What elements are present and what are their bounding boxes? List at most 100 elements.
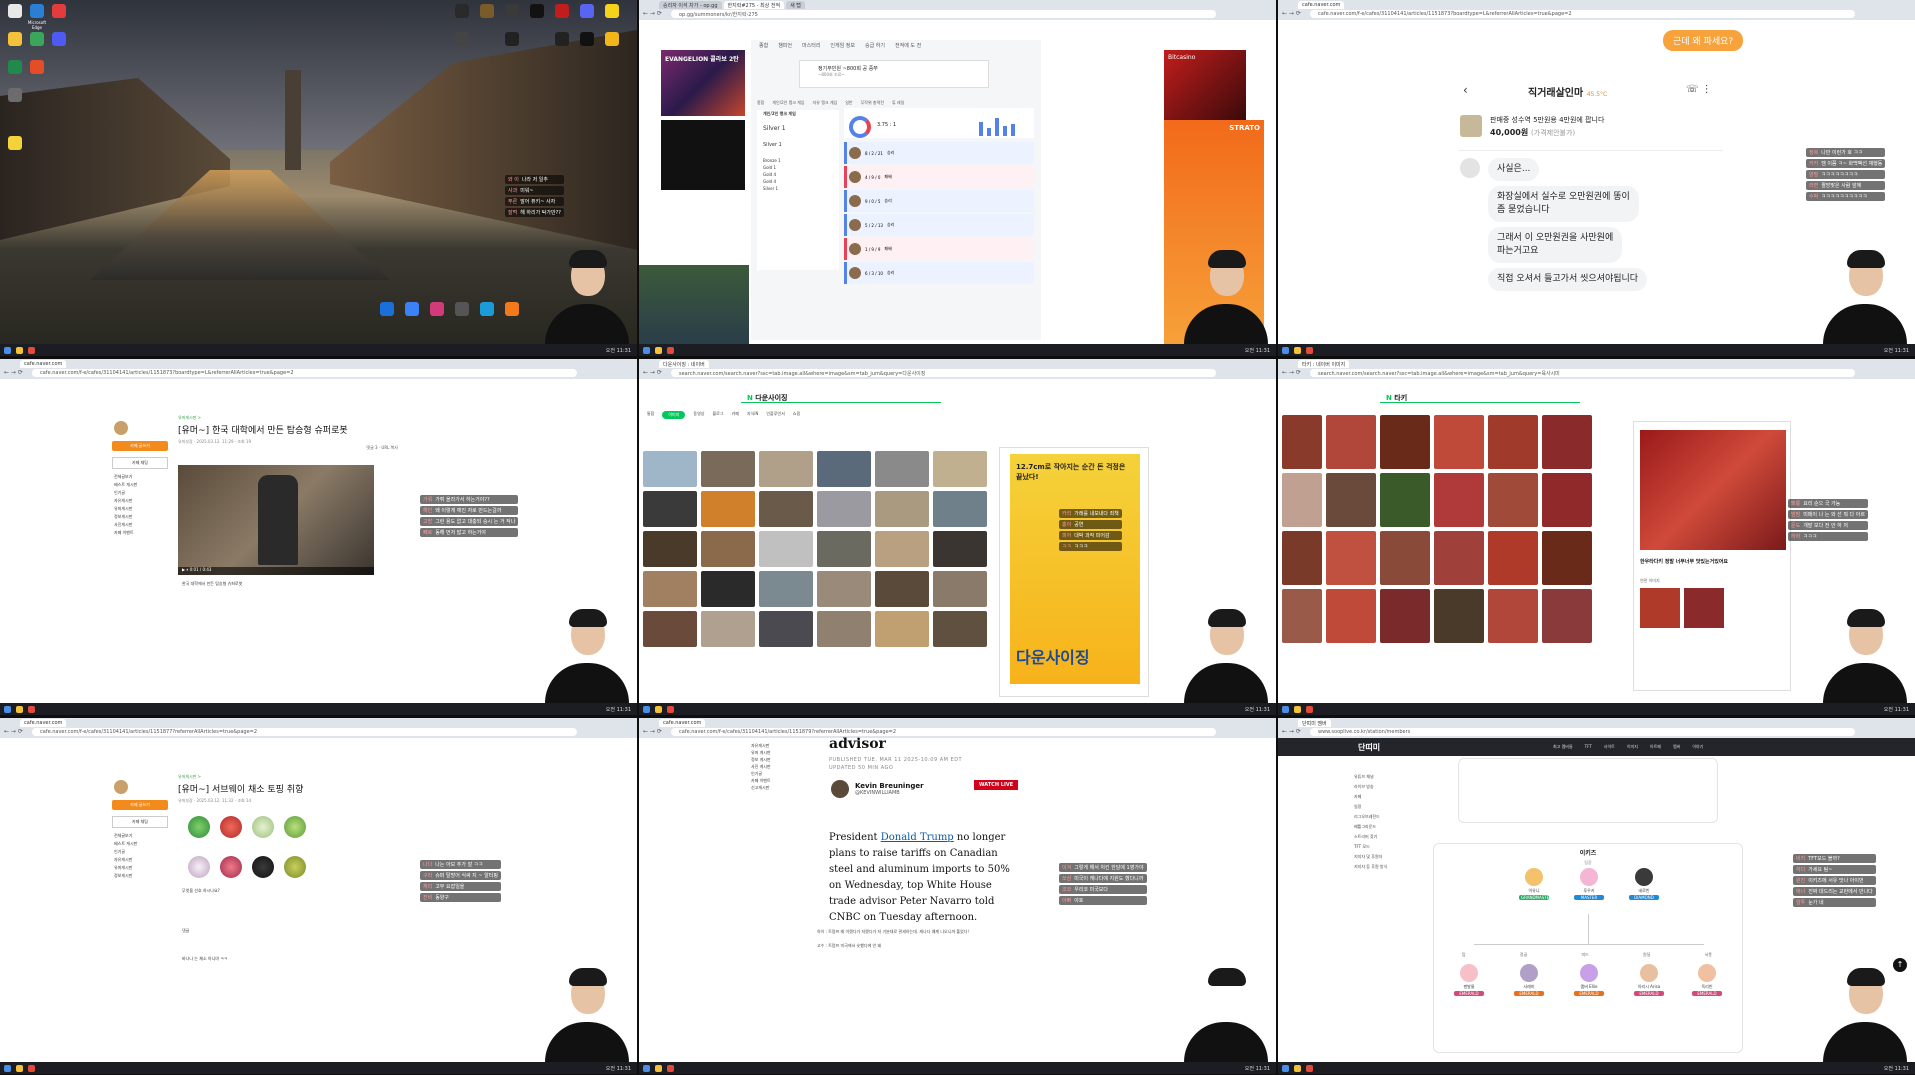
search-tab[interactable]: 쇼핑: [793, 411, 800, 419]
kakao-icon[interactable]: [605, 4, 619, 18]
image-thumb[interactable]: [875, 571, 929, 607]
start-icon[interactable]: [4, 346, 11, 354]
file-explorer-icon[interactable]: [1294, 705, 1301, 713]
nav-buttons[interactable]: ← → ⟳: [643, 369, 662, 376]
address-bar[interactable]: cafe.naver.com/f-e/cafes/31104141/articl…: [671, 728, 1216, 736]
sidebar-link[interactable]: 자유게시판: [751, 742, 771, 749]
image-thumb[interactable]: [701, 451, 755, 487]
chrome-icon[interactable]: [28, 346, 35, 354]
nav-item[interactable]: 종합: [759, 42, 768, 49]
image-thumb[interactable]: [701, 571, 755, 607]
member-card[interactable]: 젠발룽 EMERALD: [1454, 964, 1484, 996]
image-thumb[interactable]: [933, 451, 987, 487]
nav-item[interactable]: 전적에 도 전: [895, 42, 921, 49]
obs-icon[interactable]: [455, 4, 469, 18]
image-thumb[interactable]: [933, 531, 987, 567]
nav-buttons[interactable]: ← → ⟳: [1282, 369, 1301, 376]
address-bar[interactable]: cafe.naver.com/f-e/cafes/31104141/articl…: [32, 728, 577, 736]
nav-buttons[interactable]: ← → ⟳: [643, 10, 662, 17]
queue-tab[interactable]: 종합: [757, 100, 764, 106]
nav-link[interactable]: 카페: [1354, 792, 1387, 802]
image-thumb[interactable]: [1542, 589, 1592, 643]
app-icon[interactable]: [555, 4, 569, 18]
browser-tab-active[interactable]: cafe.naver.com: [20, 360, 67, 368]
menu-item[interactable]: 멤버: [1673, 744, 1680, 750]
queue-tab[interactable]: 무작위 총력전: [861, 100, 884, 106]
file-explorer-icon[interactable]: [1294, 1064, 1301, 1072]
image-thumb[interactable]: [759, 451, 813, 487]
image-thumb[interactable]: [875, 611, 929, 647]
kakao-icon[interactable]: [8, 136, 22, 150]
image-thumb[interactable]: [1282, 473, 1322, 527]
image-thumb[interactable]: [701, 491, 755, 527]
sidebar-link[interactable]: 정보게시판: [110, 513, 170, 521]
nav-buttons[interactable]: ← → ⟳: [4, 369, 23, 376]
sidebar-link[interactable]: 카페 이벤트: [110, 529, 170, 537]
chrome-icon[interactable]: [1306, 346, 1313, 354]
menu-item[interactable]: TFT: [1585, 744, 1592, 750]
nav-link[interactable]: 배틀그라운드: [1354, 822, 1387, 832]
browser-tab-active[interactable]: 다운사이징 : 네이버: [659, 360, 709, 368]
start-icon[interactable]: [4, 1064, 11, 1072]
browser-tab-active[interactable]: cafe.naver.com: [20, 719, 67, 727]
app-icon[interactable]: [480, 4, 494, 18]
match-row[interactable]: 1 / 9 / 9 패배: [844, 238, 1034, 260]
image-thumb[interactable]: [1326, 531, 1376, 585]
comment-count[interactable]: 댓글 3: [366, 445, 377, 450]
site-logo[interactable]: 단띠미: [1358, 742, 1380, 753]
chrome-icon[interactable]: [1306, 1064, 1313, 1072]
sidebar-link[interactable]: 전체글보기: [110, 473, 170, 481]
file-explorer-icon[interactable]: [1294, 346, 1301, 354]
sidebar-link[interactable]: 전체글보기: [110, 832, 170, 840]
file-explorer-icon[interactable]: [655, 1064, 662, 1072]
edge-icon[interactable]: [30, 4, 44, 18]
image-thumb[interactable]: [875, 531, 929, 567]
image-thumb[interactable]: [933, 571, 987, 607]
menu-item[interactable]: 이야기: [1692, 744, 1703, 750]
image-thumb[interactable]: [643, 451, 697, 487]
article-link[interactable]: Donald Trump: [881, 832, 954, 843]
post-category[interactable]: 유머게시판 >: [178, 774, 408, 780]
member-card[interactable]: 맴버 Ellie EMERALD: [1574, 964, 1604, 996]
image-thumb[interactable]: [817, 451, 871, 487]
start-icon[interactable]: [643, 1064, 650, 1072]
app-icon[interactable]: [430, 302, 444, 316]
browser-tab-active[interactable]: cafe.naver.com: [659, 719, 706, 727]
search-input[interactable]: [1380, 389, 1580, 403]
member-card[interactable]: 푸우키 MASTER: [1574, 868, 1604, 900]
start-icon[interactable]: [1282, 705, 1289, 713]
recycle-bin-icon[interactable]: [8, 4, 22, 18]
image-thumb[interactable]: [1326, 589, 1376, 643]
video-player[interactable]: ▶ ⏸ 0:01 / 0:43: [178, 465, 374, 575]
watch-live-button[interactable]: WATCH LIVE: [974, 780, 1019, 790]
app-icon[interactable]: [505, 32, 519, 46]
queue-tab[interactable]: 튜 레일: [892, 100, 904, 106]
app-icon[interactable]: [52, 4, 66, 18]
address-bar[interactable]: search.naver.com/search.naver?ssc=tab.im…: [671, 369, 1216, 377]
search-tab[interactable]: 카페: [732, 411, 739, 419]
image-thumb[interactable]: [1542, 473, 1592, 527]
address-bar[interactable]: cafe.naver.com/f-e/cafes/31104141/articl…: [32, 369, 577, 377]
browser-tab-active[interactable]: 한지락#275 - 최상 전적: [723, 1, 785, 9]
sidebar-link[interactable]: 유머게시판: [110, 505, 170, 513]
viewer-image[interactable]: [1640, 430, 1786, 550]
post-category[interactable]: 유머게시판 >: [178, 415, 408, 421]
app-icon[interactable]: [505, 302, 519, 316]
app-icon[interactable]: [455, 32, 469, 46]
image-thumb[interactable]: [1434, 589, 1484, 643]
search-tab[interactable]: 동영상: [693, 411, 704, 419]
nav-item[interactable]: 인게임 정보: [830, 42, 855, 49]
app-icon[interactable]: [405, 302, 419, 316]
app-icon[interactable]: [580, 32, 594, 46]
match-row[interactable]: 4 / 9 / 0 패배: [844, 166, 1034, 188]
image-thumb[interactable]: [817, 491, 871, 527]
sidebar-link[interactable]: 인기글: [110, 848, 170, 856]
image-thumb[interactable]: [817, 611, 871, 647]
viewer-caption[interactable]: 한우타다키 정말 너무너무 맛있는거있어요: [1640, 558, 1786, 565]
app-icon[interactable]: [455, 302, 469, 316]
image-thumb[interactable]: [1488, 589, 1538, 643]
image-thumb[interactable]: [1434, 415, 1484, 469]
member-card[interactable]: 아리시 Arisa EMERALD: [1634, 964, 1664, 996]
video-controls[interactable]: ▶ ⏸ 0:01 / 0:43: [178, 567, 374, 575]
discord-icon[interactable]: [52, 32, 66, 46]
